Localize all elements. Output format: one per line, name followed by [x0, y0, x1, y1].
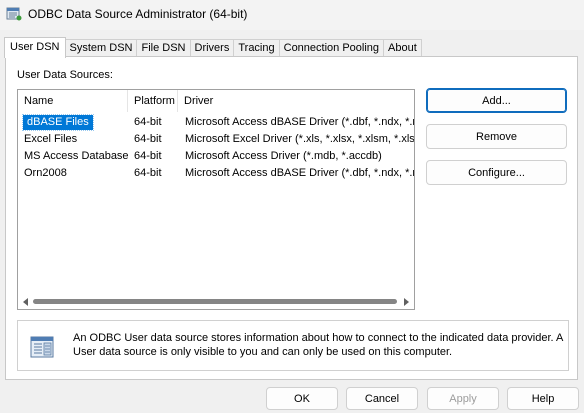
selected-item-name: dBASE Files	[22, 114, 94, 131]
horizontal-scrollbar[interactable]	[18, 294, 414, 309]
item-platform: 64-bit	[134, 133, 162, 145]
list-header: Name Platform Driver	[18, 90, 414, 112]
cancel-button[interactable]: Cancel	[346, 387, 418, 410]
remove-button[interactable]: Remove	[426, 124, 567, 149]
apply-button[interactable]: Apply	[427, 387, 499, 410]
item-driver: Microsoft Access Driver (*.mdb, *.accdb)	[185, 150, 382, 162]
tab-file-dsn[interactable]: File DSN	[136, 39, 191, 57]
list-item[interactable]: Excel Files 64-bit Microsoft Excel Drive…	[18, 131, 414, 148]
configure-button[interactable]: Configure...	[426, 160, 567, 185]
item-platform: 64-bit	[134, 150, 162, 162]
item-name: MS Access Database	[24, 150, 128, 162]
tab-system-dsn[interactable]: System DSN	[64, 39, 138, 57]
ok-button[interactable]: OK	[266, 387, 338, 410]
column-header-driver[interactable]: Driver	[178, 90, 414, 112]
scroll-left-icon[interactable]	[21, 297, 31, 307]
title-bar: ODBC Data Source Administrator (64-bit)	[0, 0, 584, 30]
item-driver: Microsoft Access dBASE Driver (*.dbf, *.…	[185, 116, 414, 128]
column-header-platform[interactable]: Platform	[128, 90, 178, 112]
list-item[interactable]: dBASE Files 64-bit Microsoft Access dBAS…	[18, 114, 414, 131]
tab-drivers[interactable]: Drivers	[189, 39, 235, 57]
add-button[interactable]: Add...	[426, 88, 567, 113]
tab-tracing[interactable]: Tracing	[233, 39, 280, 57]
item-platform: 64-bit	[134, 116, 162, 128]
tab-strip: User DSN System DSN File DSN Drivers Tra…	[4, 37, 422, 58]
window-title: ODBC Data Source Administrator (64-bit)	[28, 7, 248, 21]
odbc-admin-icon	[6, 6, 22, 22]
tab-about[interactable]: About	[383, 39, 422, 57]
item-driver: Microsoft Access dBASE Driver (*.dbf, *.…	[185, 167, 414, 179]
list-rows: dBASE Files 64-bit Microsoft Access dBAS…	[18, 114, 414, 182]
user-data-sources-list[interactable]: Name Platform Driver dBASE Files 64-bit …	[17, 89, 415, 310]
list-item[interactable]: MS Access Database 64-bit Microsoft Acce…	[18, 148, 414, 165]
info-box: An ODBC User data source stores informat…	[17, 320, 569, 371]
scrollbar-thumb[interactable]	[33, 299, 397, 304]
scroll-right-icon[interactable]	[401, 297, 411, 307]
item-name: dBASE Files	[18, 114, 128, 131]
data-source-info-icon	[28, 333, 58, 363]
item-name: Orn2008	[24, 167, 67, 179]
item-platform: 64-bit	[134, 167, 162, 179]
item-driver: Microsoft Excel Driver (*.xls, *.xlsx, *…	[185, 133, 414, 145]
dialog-button-bar: OK Cancel Apply Help	[0, 381, 584, 413]
help-button[interactable]: Help	[507, 387, 579, 410]
item-name: Excel Files	[24, 133, 78, 145]
dialog-client-area: User DSN System DSN File DSN Drivers Tra…	[0, 30, 584, 413]
tab-connection-pooling[interactable]: Connection Pooling	[278, 39, 385, 57]
column-header-name[interactable]: Name	[18, 90, 128, 112]
user-data-sources-label: User Data Sources:	[17, 69, 113, 81]
list-item[interactable]: Orn2008 64-bit Microsoft Access dBASE Dr…	[18, 165, 414, 182]
user-dsn-panel: User Data Sources: Name Platform Driver …	[5, 56, 578, 380]
info-text: An ODBC User data source stores informat…	[73, 332, 563, 358]
tab-user-dsn[interactable]: User DSN	[4, 37, 66, 58]
